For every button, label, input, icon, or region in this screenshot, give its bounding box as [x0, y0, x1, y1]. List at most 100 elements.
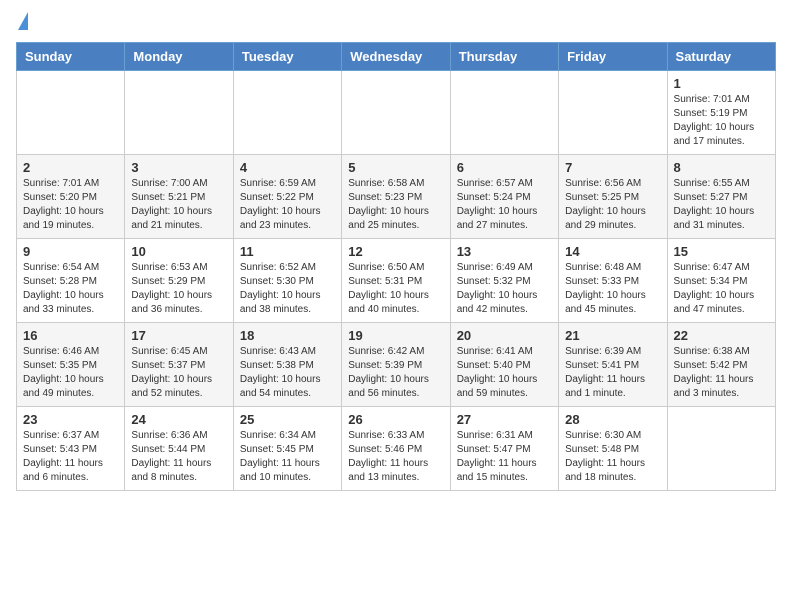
calendar-cell: 8 Sunrise: 6:55 AM Sunset: 5:27 PM Daylig… — [667, 155, 775, 239]
calendar-cell — [125, 71, 233, 155]
calendar-cell: 26 Sunrise: 6:33 AM Sunset: 5:46 PM Dayli… — [342, 407, 450, 491]
calendar-cell: 6 Sunrise: 6:57 AM Sunset: 5:24 PM Daylig… — [450, 155, 558, 239]
day-number: 15 — [674, 244, 769, 259]
day-info: Sunrise: 6:53 AM Sunset: 5:29 PM Dayligh… — [131, 261, 226, 317]
day-info: Sunrise: 6:39 AM Sunset: 5:41 PM Dayligh… — [565, 345, 660, 401]
day-info: Sunrise: 6:55 AM Sunset: 5:27 PM Dayligh… — [674, 177, 769, 233]
day-info: Sunrise: 6:43 AM Sunset: 5:38 PM Dayligh… — [240, 345, 335, 401]
day-number: 5 — [348, 160, 443, 175]
day-info: Sunrise: 6:58 AM Sunset: 5:23 PM Dayligh… — [348, 177, 443, 233]
day-number: 16 — [23, 328, 118, 343]
day-number: 24 — [131, 412, 226, 427]
day-info: Sunrise: 6:41 AM Sunset: 5:40 PM Dayligh… — [457, 345, 552, 401]
day-number: 28 — [565, 412, 660, 427]
day-number: 26 — [348, 412, 443, 427]
calendar-cell: 2 Sunrise: 7:01 AM Sunset: 5:20 PM Daylig… — [17, 155, 125, 239]
calendar-cell: 16 Sunrise: 6:46 AM Sunset: 5:35 PM Dayli… — [17, 323, 125, 407]
calendar-cell: 18 Sunrise: 6:43 AM Sunset: 5:38 PM Dayli… — [233, 323, 341, 407]
calendar-cell: 28Sunrise: 6:30 AM Sunset: 5:48 PM Dayli… — [559, 407, 667, 491]
calendar-cell — [233, 71, 341, 155]
day-number: 22 — [674, 328, 769, 343]
day-number: 19 — [348, 328, 443, 343]
calendar-cell: 5 Sunrise: 6:58 AM Sunset: 5:23 PM Daylig… — [342, 155, 450, 239]
day-number: 21 — [565, 328, 660, 343]
day-number: 8 — [674, 160, 769, 175]
weekday-header-row: SundayMondayTuesdayWednesdayThursdayFrid… — [17, 43, 776, 71]
weekday-header-sunday: Sunday — [17, 43, 125, 71]
day-info: Sunrise: 6:57 AM Sunset: 5:24 PM Dayligh… — [457, 177, 552, 233]
day-info: Sunrise: 6:37 AM Sunset: 5:43 PM Dayligh… — [23, 429, 118, 485]
day-number: 7 — [565, 160, 660, 175]
day-info: Sunrise: 6:50 AM Sunset: 5:31 PM Dayligh… — [348, 261, 443, 317]
calendar-cell — [450, 71, 558, 155]
day-info: Sunrise: 6:54 AM Sunset: 5:28 PM Dayligh… — [23, 261, 118, 317]
day-number: 20 — [457, 328, 552, 343]
day-info: Sunrise: 6:52 AM Sunset: 5:30 PM Dayligh… — [240, 261, 335, 317]
weekday-header-thursday: Thursday — [450, 43, 558, 71]
day-info: Sunrise: 6:42 AM Sunset: 5:39 PM Dayligh… — [348, 345, 443, 401]
calendar-cell: 27 Sunrise: 6:31 AM Sunset: 5:47 PM Dayli… — [450, 407, 558, 491]
calendar-cell: 1 Sunrise: 7:01 AM Sunset: 5:19 PM Daylig… — [667, 71, 775, 155]
calendar-week-2: 2 Sunrise: 7:01 AM Sunset: 5:20 PM Daylig… — [17, 155, 776, 239]
calendar-cell: 11 Sunrise: 6:52 AM Sunset: 5:30 PM Dayli… — [233, 239, 341, 323]
day-number: 11 — [240, 244, 335, 259]
calendar-cell: 22 Sunrise: 6:38 AM Sunset: 5:42 PM Dayli… — [667, 323, 775, 407]
weekday-header-friday: Friday — [559, 43, 667, 71]
day-number: 17 — [131, 328, 226, 343]
day-number: 23 — [23, 412, 118, 427]
calendar-cell: 24 Sunrise: 6:36 AM Sunset: 5:44 PM Dayli… — [125, 407, 233, 491]
day-number: 6 — [457, 160, 552, 175]
logo — [16, 16, 28, 30]
day-info: Sunrise: 6:45 AM Sunset: 5:37 PM Dayligh… — [131, 345, 226, 401]
page-header — [16, 16, 776, 30]
day-info: Sunrise: 6:59 AM Sunset: 5:22 PM Dayligh… — [240, 177, 335, 233]
calendar-cell — [559, 71, 667, 155]
weekday-header-saturday: Saturday — [667, 43, 775, 71]
calendar-cell — [667, 407, 775, 491]
day-info: Sunrise: 6:48 AM Sunset: 5:33 PM Dayligh… — [565, 261, 660, 317]
weekday-header-monday: Monday — [125, 43, 233, 71]
day-info: Sunrise: 6:34 AM Sunset: 5:45 PM Dayligh… — [240, 429, 335, 485]
day-info: Sunrise: 6:47 AM Sunset: 5:34 PM Dayligh… — [674, 261, 769, 317]
calendar-cell: 7 Sunrise: 6:56 AM Sunset: 5:25 PM Daylig… — [559, 155, 667, 239]
day-number: 1 — [674, 76, 769, 91]
day-number: 12 — [348, 244, 443, 259]
calendar-body: 1 Sunrise: 7:01 AM Sunset: 5:19 PM Daylig… — [17, 71, 776, 491]
day-info: Sunrise: 6:56 AM Sunset: 5:25 PM Dayligh… — [565, 177, 660, 233]
calendar-cell: 9Sunrise: 6:54 AM Sunset: 5:28 PM Daylig… — [17, 239, 125, 323]
calendar-cell: 10Sunrise: 6:53 AM Sunset: 5:29 PM Dayli… — [125, 239, 233, 323]
day-info: Sunrise: 6:36 AM Sunset: 5:44 PM Dayligh… — [131, 429, 226, 485]
day-number: 3 — [131, 160, 226, 175]
day-number: 14 — [565, 244, 660, 259]
calendar-week-1: 1 Sunrise: 7:01 AM Sunset: 5:19 PM Daylig… — [17, 71, 776, 155]
day-info: Sunrise: 6:33 AM Sunset: 5:46 PM Dayligh… — [348, 429, 443, 485]
day-number: 18 — [240, 328, 335, 343]
calendar-header: SundayMondayTuesdayWednesdayThursdayFrid… — [17, 43, 776, 71]
day-number: 27 — [457, 412, 552, 427]
calendar-week-5: 23 Sunrise: 6:37 AM Sunset: 5:43 PM Dayli… — [17, 407, 776, 491]
calendar-cell: 15 Sunrise: 6:47 AM Sunset: 5:34 PM Dayli… — [667, 239, 775, 323]
calendar-cell: 12 Sunrise: 6:50 AM Sunset: 5:31 PM Dayli… — [342, 239, 450, 323]
day-info: Sunrise: 7:00 AM Sunset: 5:21 PM Dayligh… — [131, 177, 226, 233]
calendar-week-4: 16 Sunrise: 6:46 AM Sunset: 5:35 PM Dayli… — [17, 323, 776, 407]
calendar-cell: 19 Sunrise: 6:42 AM Sunset: 5:39 PM Dayli… — [342, 323, 450, 407]
calendar-cell: 25Sunrise: 6:34 AM Sunset: 5:45 PM Dayli… — [233, 407, 341, 491]
day-info: Sunrise: 7:01 AM Sunset: 5:19 PM Dayligh… — [674, 93, 769, 149]
calendar-cell — [17, 71, 125, 155]
day-info: Sunrise: 6:49 AM Sunset: 5:32 PM Dayligh… — [457, 261, 552, 317]
day-info: Sunrise: 7:01 AM Sunset: 5:20 PM Dayligh… — [23, 177, 118, 233]
calendar-cell: 21 Sunrise: 6:39 AM Sunset: 5:41 PM Dayli… — [559, 323, 667, 407]
day-info: Sunrise: 6:38 AM Sunset: 5:42 PM Dayligh… — [674, 345, 769, 401]
calendar-cell: 14 Sunrise: 6:48 AM Sunset: 5:33 PM Dayli… — [559, 239, 667, 323]
day-number: 2 — [23, 160, 118, 175]
weekday-header-wednesday: Wednesday — [342, 43, 450, 71]
calendar-week-3: 9Sunrise: 6:54 AM Sunset: 5:28 PM Daylig… — [17, 239, 776, 323]
calendar-cell — [342, 71, 450, 155]
day-number: 13 — [457, 244, 552, 259]
day-number: 4 — [240, 160, 335, 175]
weekday-header-tuesday: Tuesday — [233, 43, 341, 71]
calendar-cell: 23 Sunrise: 6:37 AM Sunset: 5:43 PM Dayli… — [17, 407, 125, 491]
day-info: Sunrise: 6:31 AM Sunset: 5:47 PM Dayligh… — [457, 429, 552, 485]
day-info: Sunrise: 6:46 AM Sunset: 5:35 PM Dayligh… — [23, 345, 118, 401]
calendar-table: SundayMondayTuesdayWednesdayThursdayFrid… — [16, 42, 776, 491]
